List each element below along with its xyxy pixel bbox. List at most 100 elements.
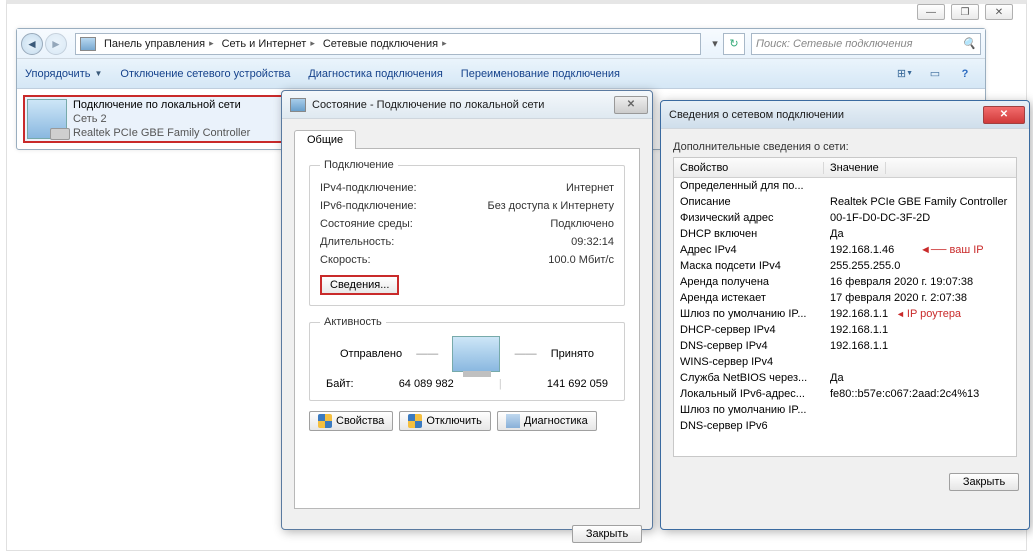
view-icon[interactable]: ⊞▼ [893,64,917,84]
diagnose-button[interactable]: Диагностика [497,411,597,431]
connection-group: Подключение IPv4-подключение: Интернет IP… [309,159,625,306]
ipv6-label: IPv6-подключение: [320,200,417,212]
table-row[interactable]: Маска подсети IPv4255.255.255.0 [674,258,1016,274]
media-label: Состояние среды: [320,218,413,230]
refresh-button[interactable]: ↻ [723,33,745,55]
address-bar[interactable]: Панель управления▸ Сеть и Интернет▸ Сете… [75,33,701,55]
prop-value: Да [824,372,1016,384]
prop-key: DNS-сервер IPv6 [674,420,824,432]
prop-value: fe80::b57e:c067:2aad:2c4%13 [824,388,1016,400]
back-button[interactable]: ◄ [21,33,43,55]
status-dialog: Состояние - Подключение по локальной сет… [281,90,653,530]
activity-group: Активность Отправлено —— —— Принято Байт… [309,316,625,401]
table-row[interactable]: Аренда истекает17 февраля 2020 г. 2:07:3… [674,290,1016,306]
prop-key: DHCP включен [674,228,824,240]
diagnose-button[interactable]: Диагностика подключения [308,68,442,80]
prop-value: 192.168.1.46◄── ваш IP [824,244,1016,256]
disable-device-button[interactable]: Отключение сетевого устройства [120,68,290,80]
prop-key: Аренда истекает [674,292,824,304]
details-table: Свойство Значение Определенный для по...… [673,157,1017,457]
table-row[interactable]: Служба NetBIOS через...Да [674,370,1016,386]
prop-value: 192.168.1.1 [824,324,1016,336]
table-row[interactable]: Физический адрес00-1F-D0-DC-3F-2D [674,210,1016,226]
details-dialog: Сведения о сетевом подключении ✕ Дополни… [660,100,1030,530]
prop-key: Описание [674,196,824,208]
organize-menu[interactable]: Упорядочить▼ [25,68,102,80]
breadcrumb[interactable]: Сеть и Интернет▸ [218,34,319,54]
details-button[interactable]: Сведения... [320,275,399,295]
prop-value: 16 февраля 2020 г. 19:07:38 [824,276,1016,288]
close-button[interactable]: Закрыть [949,473,1019,491]
close-icon[interactable]: ✕ [983,106,1025,124]
disable-button[interactable]: Отключить [399,411,491,431]
table-row[interactable]: Определенный для по... [674,178,1016,194]
table-row[interactable]: WINS-сервер IPv4 [674,354,1016,370]
network-icon [80,37,96,51]
col-property[interactable]: Свойство [674,162,824,174]
media-value: Подключено [550,218,614,230]
table-row[interactable]: ОписаниеRealtek PCIe GBE Family Controll… [674,194,1016,210]
prop-key: DNS-сервер IPv4 [674,340,824,352]
dialog-title: Сведения о сетевом подключении [669,109,983,121]
help-icon[interactable]: ? [953,64,977,84]
table-row[interactable]: Аренда получена16 февраля 2020 г. 19:07:… [674,274,1016,290]
recv-label: Принято [551,348,594,360]
minimize-button[interactable]: — [917,4,945,20]
prop-value: Да [824,228,1016,240]
addr-dropdown[interactable]: ▾ [707,37,723,50]
annotation: IP роутера [896,308,961,320]
prop-value: Realtek PCIe GBE Family Controller [824,196,1016,208]
ipv4-label: IPv4-подключение: [320,182,417,194]
rename-button[interactable]: Переименование подключения [461,68,620,80]
group-label: Активность [320,316,386,328]
properties-button[interactable]: Свойства [309,411,393,431]
sent-bytes: 64 089 982 [399,378,454,390]
table-row[interactable]: Адрес IPv4192.168.1.46◄── ваш IP [674,242,1016,258]
search-input[interactable]: Поиск: Сетевые подключения 🔍 [751,33,981,55]
table-row[interactable]: Шлюз по умолчанию IP...192.168.1.1IP роу… [674,306,1016,322]
forward-button[interactable]: ► [45,33,67,55]
prop-value: 192.168.1.1 [824,340,1016,352]
breadcrumb[interactable]: Панель управления▸ [100,34,218,54]
close-icon[interactable]: ✕ [614,96,648,114]
prop-key: Определенный для по... [674,180,824,192]
network-adapter-icon [27,99,67,139]
prop-key: WINS-сервер IPv4 [674,356,824,368]
prop-key: Шлюз по умолчанию IP... [674,404,824,416]
close-button[interactable]: Закрыть [572,525,642,543]
section-label: Дополнительные сведения о сети: [673,141,1017,153]
group-label: Подключение [320,159,398,171]
search-icon: 🔍 [962,37,976,50]
connection-name: Подключение по локальной сети [73,98,250,112]
sent-label: Отправлено [340,348,402,360]
table-row[interactable]: DHCP-сервер IPv4192.168.1.1 [674,322,1016,338]
prop-key: Служба NetBIOS через... [674,372,824,384]
table-row[interactable]: DNS-сервер IPv6 [674,418,1016,434]
close-button[interactable]: ✕ [985,4,1013,20]
diagnose-icon [506,414,520,428]
tab-general[interactable]: Общие [294,130,356,149]
prop-key: Аренда получена [674,276,824,288]
prop-key: Шлюз по умолчанию IP... [674,308,824,320]
speed-label: Скорость: [320,254,371,266]
table-row[interactable]: DNS-сервер IPv4192.168.1.1 [674,338,1016,354]
col-value[interactable]: Значение [824,162,886,174]
prop-value: 00-1F-D0-DC-3F-2D [824,212,1016,224]
table-row[interactable]: Шлюз по умолчанию IP... [674,402,1016,418]
breadcrumb[interactable]: Сетевые подключения▸ [319,34,451,54]
recv-bytes: 141 692 059 [547,378,608,390]
preview-pane-icon[interactable]: ▭ [923,64,947,84]
activity-monitor-icon [452,336,500,372]
duration-label: Длительность: [320,236,394,248]
table-row[interactable]: Локальный IPv6-адрес...fe80::b57e:c067:2… [674,386,1016,402]
ipv4-value: Интернет [566,182,614,194]
duration-value: 09:32:14 [571,236,614,248]
prop-value: 192.168.1.1IP роутера [824,308,1016,320]
connection-item[interactable]: Подключение по локальной сети Сеть 2 Rea… [23,95,296,143]
maximize-button[interactable]: ❐ [951,4,979,20]
shield-icon [408,414,422,428]
shield-icon [318,414,332,428]
prop-key: Локальный IPv6-адрес... [674,388,824,400]
ipv6-value: Без доступа к Интернету [487,200,614,212]
table-row[interactable]: DHCP включенДа [674,226,1016,242]
